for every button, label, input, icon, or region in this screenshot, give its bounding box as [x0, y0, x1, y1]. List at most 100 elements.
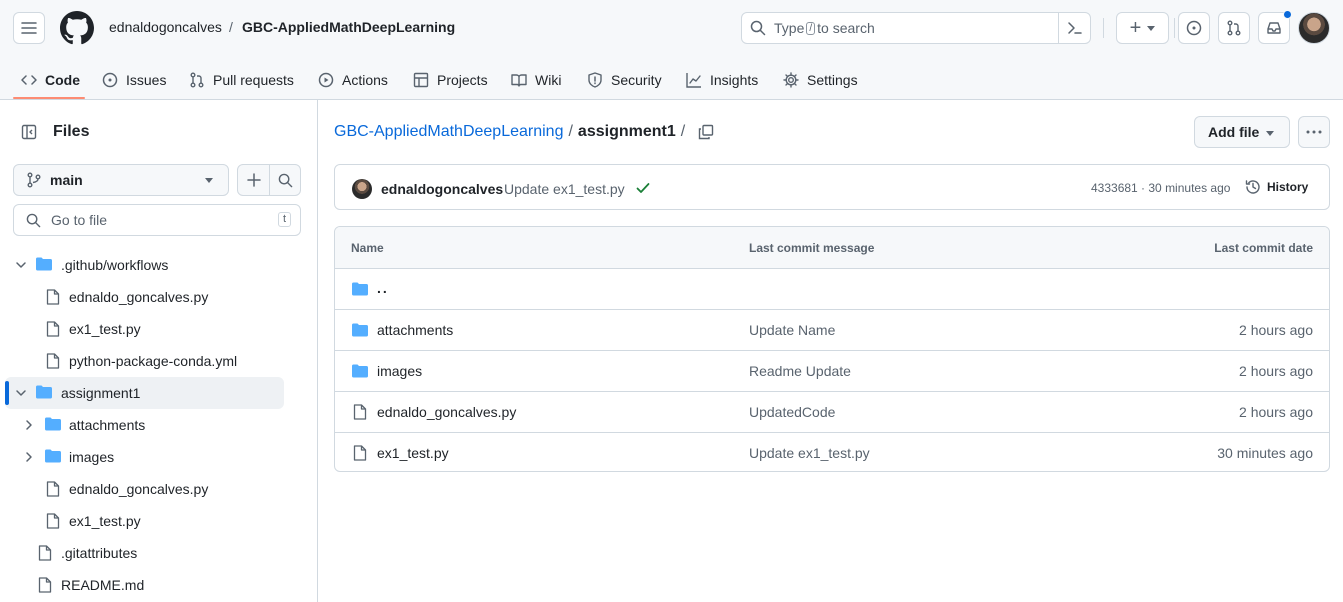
- tree-item-label: ex1_test.py: [69, 513, 141, 529]
- row-name-link[interactable]: attachments: [377, 322, 453, 338]
- file-icon: [46, 289, 60, 305]
- tree-item-file[interactable]: README.md: [0, 569, 284, 601]
- row-commit-message[interactable]: UpdatedCode: [749, 404, 835, 420]
- tab-pull-requests[interactable]: Pull requests: [189, 60, 294, 100]
- shield-icon: [588, 72, 602, 88]
- tree-item-file[interactable]: ex1_test.py: [0, 505, 284, 537]
- tab-label: Settings: [807, 72, 858, 88]
- row-name-link[interactable]: images: [377, 363, 422, 379]
- parent-directory-link[interactable]: ..: [377, 280, 389, 296]
- book-icon: [511, 74, 527, 87]
- parent-directory-row[interactable]: ..: [335, 268, 1329, 309]
- tree-item-file[interactable]: ex1_test.py: [0, 313, 284, 345]
- owner-link[interactable]: ednaldogoncalves: [109, 19, 222, 35]
- tab-label: Wiki: [535, 72, 562, 88]
- tab-settings[interactable]: Settings: [783, 60, 858, 100]
- tab-insights[interactable]: Insights: [686, 60, 758, 100]
- search-files-button[interactable]: [270, 165, 301, 195]
- tree-item-file[interactable]: python-package-conda.yml: [0, 345, 284, 377]
- breadcrumb-current-dir: assignment1: [577, 123, 676, 140]
- file-icon: [46, 481, 60, 497]
- go-to-file-shortcut: t: [277, 212, 291, 227]
- table-row[interactable]: ednaldo_goncalves.py UpdatedCode 2 hours…: [335, 391, 1329, 432]
- pull-request-icon: [190, 72, 204, 88]
- graph-icon: [686, 73, 701, 88]
- copy-path-button[interactable]: [698, 124, 714, 140]
- chevron-right-icon: [26, 452, 32, 462]
- search-shortcut-key: /: [806, 21, 816, 35]
- add-file-sidebar-button[interactable]: [238, 165, 270, 195]
- history-label: History: [1267, 180, 1309, 194]
- commit-meta[interactable]: 4333681 · 30 minutes ago: [1091, 181, 1230, 195]
- command-palette-button[interactable]: [1058, 13, 1090, 43]
- add-file-group: [237, 164, 301, 196]
- row-commit-date: 2 hours ago: [1239, 322, 1313, 338]
- commit-message[interactable]: Update ex1_test.py: [504, 181, 625, 197]
- check-icon: [636, 183, 650, 193]
- tree-item-file[interactable]: ednaldo_goncalves.py: [0, 281, 284, 313]
- folder-icon: [352, 364, 368, 378]
- go-to-file-input[interactable]: Go to file t: [13, 204, 301, 236]
- search-icon: [278, 173, 293, 187]
- tree-item-label: ex1_test.py: [69, 321, 141, 337]
- file-icon: [353, 445, 367, 461]
- tab-code[interactable]: Code: [21, 60, 80, 100]
- github-logo-icon[interactable]: [60, 11, 94, 45]
- tree-item-assignment1[interactable]: assignment1: [5, 377, 284, 409]
- tree-item-file[interactable]: .gitattributes: [0, 537, 284, 569]
- history-button[interactable]: History: [1243, 173, 1317, 201]
- user-avatar[interactable]: [1298, 12, 1330, 44]
- row-name-link[interactable]: ednaldo_goncalves.py: [377, 404, 516, 420]
- search-icon: [26, 213, 41, 227]
- row-commit-message[interactable]: Update ex1_test.py: [749, 445, 870, 461]
- repo-link[interactable]: GBC-AppliedMathDeepLearning: [242, 19, 455, 35]
- search-placeholder-prefix: Type: [774, 20, 805, 36]
- issues-button[interactable]: [1178, 12, 1210, 44]
- create-new-button[interactable]: +: [1116, 12, 1169, 44]
- repo-tabs: Code Issues Pull requests Actions Projec…: [0, 60, 1343, 100]
- search-icon: [750, 20, 766, 36]
- row-name-link[interactable]: ex1_test.py: [377, 445, 449, 461]
- tab-actions[interactable]: Actions: [318, 60, 388, 100]
- tree-item-file[interactable]: ednaldo_goncalves.py: [0, 473, 284, 505]
- commit-author-avatar[interactable]: [352, 179, 372, 199]
- file-icon: [46, 353, 60, 369]
- tree-item-images[interactable]: images: [0, 441, 284, 473]
- table-row[interactable]: ex1_test.py Update ex1_test.py 30 minute…: [335, 432, 1329, 471]
- menu-button[interactable]: [13, 12, 45, 44]
- tab-issues[interactable]: Issues: [102, 60, 166, 100]
- table-icon: [413, 72, 429, 88]
- commit-author[interactable]: ednaldogoncalves: [381, 181, 503, 197]
- more-options-button[interactable]: [1298, 116, 1330, 148]
- issue-icon: [102, 72, 118, 88]
- breadcrumb-separator: /: [680, 123, 686, 140]
- tree-item-github-workflows[interactable]: .github/workflows: [0, 249, 284, 281]
- add-file-button[interactable]: Add file: [1194, 116, 1290, 148]
- breadcrumb-repo-link[interactable]: GBC-AppliedMathDeepLearning: [334, 123, 563, 141]
- path-breadcrumb: GBC-AppliedMathDeepLearning / assignment…: [334, 123, 685, 141]
- file-tree-sidebar: Files main Go to file t .github/workflow…: [0, 100, 318, 602]
- table-row[interactable]: attachments Update Name 2 hours ago: [335, 309, 1329, 350]
- plus-icon: [246, 173, 261, 187]
- add-file-label: Add file: [1208, 124, 1260, 140]
- tree-item-label: ednaldo_goncalves.py: [69, 481, 209, 497]
- row-commit-message[interactable]: Readme Update: [749, 363, 851, 379]
- pull-requests-button[interactable]: [1218, 12, 1250, 44]
- branch-icon: [27, 172, 41, 188]
- search-input[interactable]: Type / to search: [741, 12, 1091, 44]
- breadcrumb-separator: /: [568, 123, 573, 140]
- tab-label: Projects: [437, 72, 488, 88]
- breadcrumb-separator: /: [229, 19, 233, 35]
- folder-icon: [45, 417, 61, 431]
- tree-item-attachments[interactable]: attachments: [0, 409, 284, 441]
- inbox-icon: [1267, 22, 1281, 34]
- latest-commit-box: ednaldogoncalves Update ex1_test.py 4333…: [334, 164, 1330, 210]
- branch-selector[interactable]: main: [13, 164, 229, 196]
- row-commit-message[interactable]: Update Name: [749, 322, 835, 338]
- tab-wiki[interactable]: Wiki: [511, 60, 561, 100]
- file-table: Name Last commit message Last commit dat…: [334, 226, 1330, 472]
- tab-projects[interactable]: Projects: [413, 60, 488, 100]
- collapse-sidebar-button[interactable]: [13, 116, 45, 148]
- tab-security[interactable]: Security: [587, 60, 662, 100]
- table-row[interactable]: images Readme Update 2 hours ago: [335, 350, 1329, 391]
